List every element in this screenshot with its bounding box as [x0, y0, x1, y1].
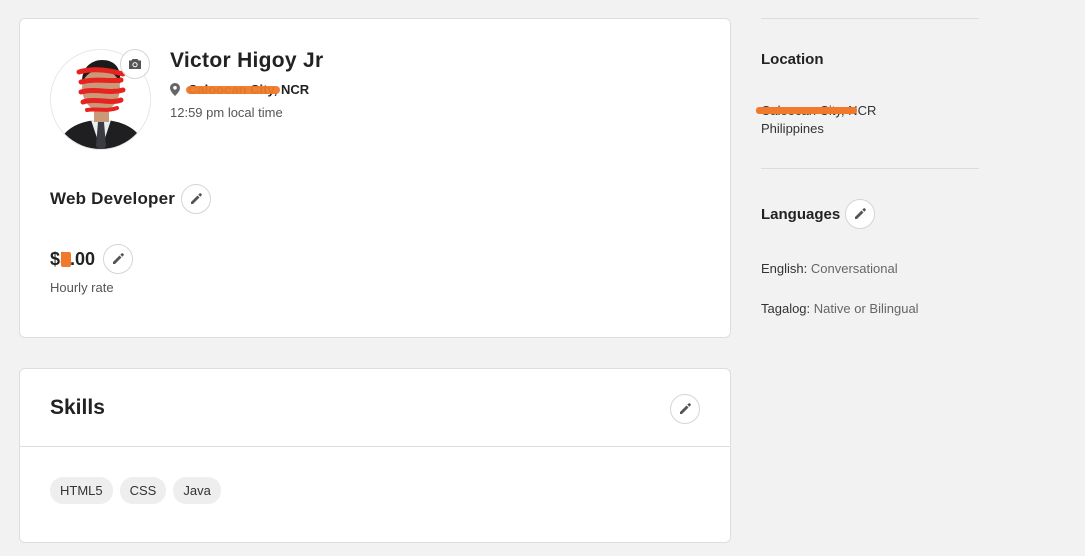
- pencil-icon: [113, 253, 124, 264]
- profile-title: Web Developer: [50, 189, 176, 208]
- language-name: Tagalog:: [761, 301, 811, 316]
- profile-card: Victor Higoy Jr Caloocan City, NCR 12:59…: [19, 18, 731, 338]
- edit-title-button[interactable]: [181, 184, 212, 214]
- location-country: Philippines: [761, 121, 824, 136]
- edit-skills-button[interactable]: [670, 394, 700, 424]
- profile-name: Victor Higoy Jr: [170, 49, 324, 72]
- language-level: Native or Bilingual: [813, 301, 919, 316]
- skill-chip[interactable]: Java: [173, 477, 221, 504]
- language-item: English: Conversational: [761, 261, 979, 276]
- language-level: Conversational: [810, 261, 898, 276]
- hourly-rate-value: $5.00: [50, 248, 96, 269]
- hourly-rate-row: $5.00: [50, 244, 134, 274]
- map-pin-icon: [170, 83, 180, 96]
- pencil-icon: [191, 193, 203, 204]
- skills-list: HTML5 CSS Java: [50, 477, 221, 504]
- language-item: Tagalog: Native or Bilingual: [761, 301, 979, 316]
- redaction-mark: [61, 251, 71, 267]
- profile-location: Caloocan City, NCR: [186, 82, 309, 97]
- location-city: Caloocan City, NCR: [756, 103, 979, 118]
- skills-card: Skills HTML5 CSS Java: [19, 368, 731, 543]
- edit-rate-button[interactable]: [103, 244, 134, 274]
- languages-heading: Languages: [761, 205, 841, 223]
- profile-location-row: Caloocan City, NCR: [170, 82, 309, 97]
- location-heading: Location: [761, 51, 824, 68]
- profile-title-row: Web Developer: [50, 184, 212, 214]
- pencil-icon: [855, 208, 867, 219]
- redaction-mark: [186, 86, 280, 94]
- pencil-icon: [680, 403, 691, 414]
- skills-header: Skills: [20, 369, 730, 447]
- hourly-rate: $5.00: [50, 249, 95, 270]
- sidebar-divider: [761, 18, 979, 19]
- edit-languages-button[interactable]: [845, 199, 876, 229]
- skills-heading: Skills: [50, 396, 105, 419]
- local-time: 12:59 pm local time: [170, 105, 283, 120]
- redaction-mark: [756, 107, 857, 114]
- change-photo-button[interactable]: [120, 49, 150, 79]
- language-name: English:: [761, 261, 808, 276]
- avatar-container: [50, 49, 151, 150]
- hourly-rate-label: Hourly rate: [50, 280, 114, 295]
- skill-chip[interactable]: HTML5: [50, 477, 113, 504]
- skill-chip[interactable]: CSS: [119, 477, 167, 504]
- camera-icon: [129, 59, 141, 69]
- languages-header: Languages: [761, 199, 979, 229]
- sidebar-divider: [761, 168, 979, 169]
